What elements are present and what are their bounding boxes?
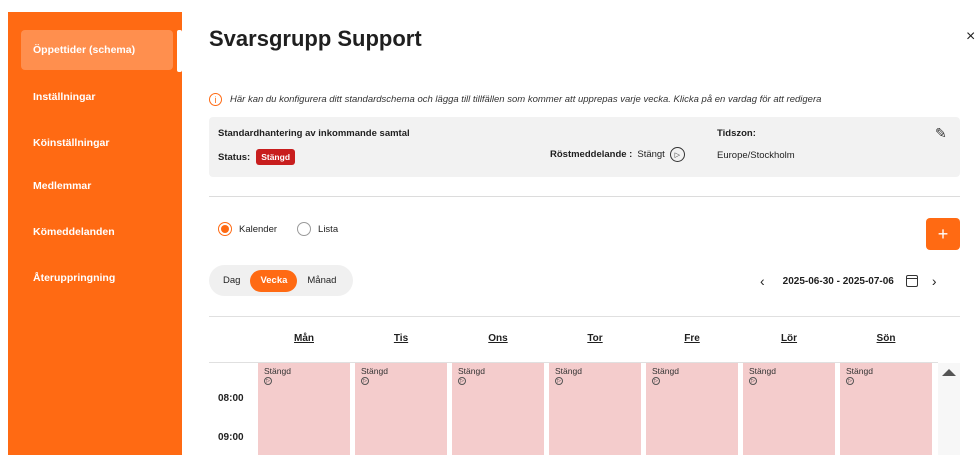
segment-day[interactable]: Dag [213,270,250,292]
view-calendar-radio[interactable]: Kalender [218,222,277,236]
info-row: i Här kan du konfigurera ditt standardsc… [209,93,821,106]
sidebar-item-label: Återuppringning [33,272,116,284]
default-handling-panel: Standardhantering av inkommande samtal S… [209,117,960,177]
day-header-fri[interactable]: Fre [646,333,738,344]
time-label: 09:00 [218,432,244,443]
chevron-right-icon[interactable]: › [932,273,937,289]
day-header-mon[interactable]: Mån [258,333,350,344]
sidebar-active-indicator [177,30,182,72]
day-column-mon[interactable]: Stängd ▷ [258,363,350,455]
play-icon: ▷ [846,377,854,385]
sidebar-item-label: Medlemmar [33,180,92,192]
sidebar-item-label: Köinställningar [33,137,110,149]
radio-unselected-icon [297,222,312,236]
info-text: Här kan du konfigurera ditt standardsche… [230,94,822,105]
voicemail-row: Röstmeddelande : Stängt ▷ [550,147,685,162]
date-navigator: ‹ 2025-06-30 - 2025-07-06 › [760,273,937,289]
sidebar: Öppettider (schema) Inställningar Köinst… [8,12,182,455]
date-range: 2025-06-30 - 2025-07-06 [782,275,894,287]
day-header-sat[interactable]: Lör [743,333,835,344]
closed-label: Stängd [458,366,485,376]
play-icon: ▷ [555,377,563,385]
status-label: Status: [218,151,251,163]
status-badge: Stängd [256,149,296,165]
closed-label: Stängd [749,366,776,376]
play-icon[interactable]: ▷ [669,147,685,162]
sidebar-item-queue-settings[interactable]: Köinställningar [21,123,173,163]
divider [209,316,960,317]
time-label: 08:00 [218,393,244,404]
segment-month[interactable]: Månad [297,270,346,292]
page-title: Svarsgrupp Support [209,26,422,51]
closed-label: Stängd [264,366,291,376]
day-header-wed[interactable]: Ons [452,333,544,344]
segment-week[interactable]: Vecka [250,269,298,292]
info-icon: i [209,93,222,106]
closed-label: Stängd [846,366,873,376]
voicemail-value: Stängt [637,149,665,160]
default-handling-title: Standardhantering av inkommande samtal [218,128,410,139]
sidebar-item-label: Kömeddelanden [33,226,115,238]
sidebar-item-queue-messages[interactable]: Kömeddelanden [21,212,173,252]
scroll-up-icon[interactable] [942,369,956,376]
day-column-thu[interactable]: Stängd ▷ [549,363,641,455]
view-list-label: Lista [318,223,339,235]
close-icon[interactable]: × [966,28,975,46]
sidebar-item-settings[interactable]: Inställningar [21,77,173,117]
radio-selected-icon [218,222,232,236]
day-column-wed[interactable]: Stängd ▷ [452,363,544,455]
closed-label: Stängd [361,366,388,376]
sidebar-item-label: Öppettider (schema) [33,44,136,56]
status-row: Status: Stängd [218,149,296,165]
day-header-sun[interactable]: Sön [840,333,932,344]
sidebar-item-callback[interactable]: Återuppringning [21,258,173,298]
timezone-value: Europe/Stockholm [717,150,795,161]
day-column-sun[interactable]: Stängd ▷ [840,363,932,455]
calendar-icon[interactable] [905,275,918,287]
edit-icon[interactable]: ✎ [935,125,947,142]
sidebar-item-members[interactable]: Medlemmar [21,166,173,206]
sidebar-item-opening-hours[interactable]: Öppettider (schema) [21,30,173,70]
closed-label: Stängd [652,366,679,376]
voicemail-label: Röstmeddelande : [550,149,633,160]
play-icon: ▷ [458,377,466,385]
day-column-tue[interactable]: Stängd ▷ [355,363,447,455]
day-header-tue[interactable]: Tis [355,333,447,344]
play-icon: ▷ [652,377,660,385]
add-button[interactable]: + [926,218,960,250]
closed-label: Stängd [555,366,582,376]
timezone-label: Tidszon: [717,128,756,139]
play-icon: ▷ [749,377,757,385]
day-header-thu[interactable]: Tor [549,333,641,344]
play-icon: ▷ [361,377,369,385]
view-toggle: Kalender Lista [218,222,358,236]
chevron-left-icon[interactable]: ‹ [760,273,765,289]
divider [209,196,960,197]
day-column-fri[interactable]: Stängd ▷ [646,363,738,455]
view-list-radio[interactable]: Lista [297,222,338,236]
view-calendar-label: Kalender [239,223,278,235]
play-icon: ▷ [264,377,272,385]
scrollbar[interactable] [938,363,960,455]
day-column-sat[interactable]: Stängd ▷ [743,363,835,455]
period-segmented-control: Dag Vecka Månad [209,265,353,296]
sidebar-item-label: Inställningar [33,91,96,103]
